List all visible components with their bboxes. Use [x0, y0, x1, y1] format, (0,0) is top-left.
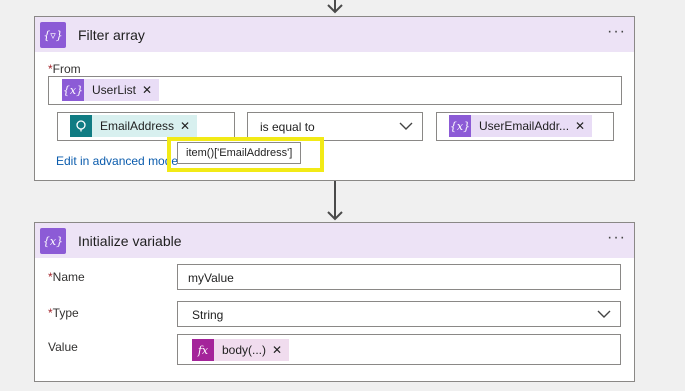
- edit-advanced-mode-link[interactable]: Edit in advanced mode: [56, 154, 178, 168]
- remove-token-icon[interactable]: ✕: [575, 119, 592, 133]
- from-label-text: From: [52, 62, 81, 76]
- token-label: UserList: [92, 83, 137, 97]
- more-options-icon[interactable]: ···: [607, 229, 626, 247]
- from-label: *From: [48, 62, 81, 76]
- variable-icon: {x}: [449, 115, 471, 137]
- operator-value: is equal to: [260, 120, 315, 134]
- connector-arrow-top: [326, 0, 344, 16]
- name-label: *Name: [48, 270, 85, 284]
- name-label-text: Name: [52, 270, 85, 284]
- arrow-down-icon: [327, 4, 343, 14]
- remove-token-icon[interactable]: ✕: [272, 343, 289, 357]
- chevron-down-icon: [597, 310, 611, 318]
- type-select[interactable]: String: [177, 301, 621, 327]
- filter-array-header[interactable]: {▿} Filter array ···: [35, 17, 634, 52]
- userlist-token[interactable]: {x} UserList ✕: [62, 79, 160, 101]
- useremail-token[interactable]: {x} UserEmailAddr... ✕: [449, 115, 593, 137]
- card-title: Filter array: [78, 27, 145, 43]
- remove-token-icon[interactable]: ✕: [180, 115, 198, 137]
- right-operand-input[interactable]: {x} UserEmailAddr... ✕: [436, 112, 614, 141]
- name-value: myValue: [188, 271, 234, 285]
- from-input[interactable]: {x} UserList ✕: [48, 76, 622, 105]
- name-input[interactable]: myValue: [177, 264, 621, 290]
- remove-token-icon[interactable]: ✕: [142, 83, 159, 97]
- initialize-variable-card: {x} Initialize variable ··· *Name myValu…: [34, 222, 635, 382]
- initialize-variable-header[interactable]: {x} Initialize variable ···: [35, 223, 634, 258]
- card-title: Initialize variable: [78, 233, 182, 249]
- type-label: *Type: [48, 306, 79, 320]
- value-label: Value: [48, 340, 78, 354]
- highlight-box: [167, 137, 324, 172]
- value-input[interactable]: fx body(...) ✕: [177, 334, 621, 365]
- filter-variable-icon: {▿}: [40, 22, 66, 48]
- emailaddress-token[interactable]: EmailAddress ✕: [70, 115, 198, 137]
- variable-icon: {x}: [62, 79, 84, 101]
- variable-icon: {x}: [40, 228, 66, 254]
- token-label: EmailAddress: [92, 115, 181, 137]
- filter-array-card: {▿} Filter array ··· *From {x} UserList …: [34, 16, 635, 181]
- expression-fx-icon: fx: [192, 339, 214, 361]
- dataverse-icon: [70, 115, 92, 137]
- token-label: body(...): [222, 343, 267, 357]
- type-label-text: Type: [52, 306, 79, 320]
- connector-arrow-middle: [326, 181, 344, 222]
- chevron-down-icon: [399, 122, 413, 130]
- arrow-down-icon: [327, 211, 343, 221]
- more-options-icon[interactable]: ···: [607, 23, 626, 41]
- type-value: String: [192, 308, 224, 322]
- token-label: UserEmailAddr...: [479, 119, 570, 133]
- body-expression-token[interactable]: fx body(...) ✕: [192, 339, 290, 361]
